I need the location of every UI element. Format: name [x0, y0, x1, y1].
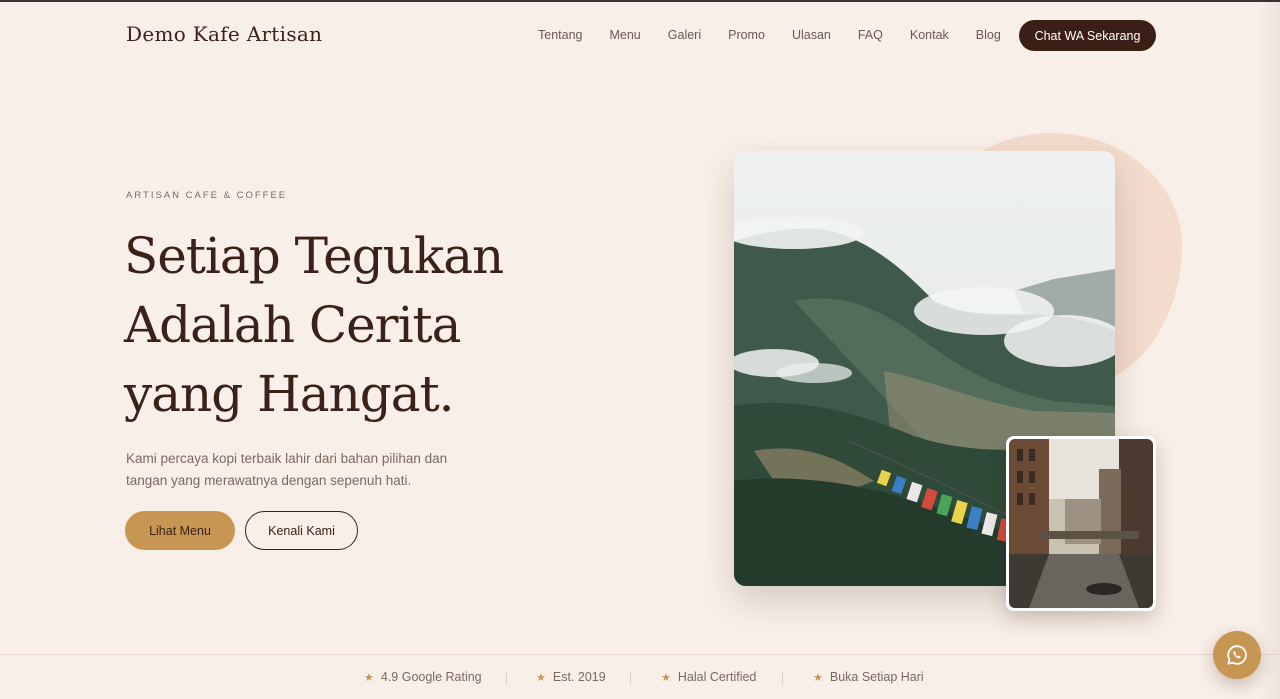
chat-wa-button[interactable]: Chat WA Sekarang	[1019, 20, 1156, 51]
feature-label: Buka Setiap Hari	[829, 670, 924, 684]
nav-link-tentang[interactable]: Tentang	[538, 28, 582, 42]
whatsapp-float-button[interactable]	[1213, 631, 1261, 679]
nav-link-blog[interactable]: Blog	[976, 28, 1001, 42]
feature-established: ★ Est. 2019	[536, 670, 606, 684]
feature-label: 4.9 Google Rating	[380, 670, 482, 684]
nav-link-promo[interactable]: Promo	[728, 28, 765, 42]
star-icon: ★	[813, 671, 823, 684]
feature-open-daily: ★ Buka Setiap Hari	[813, 670, 924, 684]
headline-line-3: yang Hangat.	[124, 365, 455, 423]
star-icon: ★	[661, 671, 671, 684]
scrollbar-shadow	[1258, 0, 1280, 699]
main-nav: Tentang Menu Galeri Promo Ulasan FAQ Kon…	[538, 28, 1001, 42]
headline-line-2: Adalah Cerita	[124, 296, 461, 354]
feature-separator	[506, 671, 507, 685]
feature-label: Halal Certified	[677, 670, 757, 684]
feature-label: Est. 2019	[552, 670, 606, 684]
features-divider	[0, 654, 1280, 655]
feature-separator	[782, 671, 783, 685]
top-border	[0, 0, 1280, 2]
hero-headline: Setiap Tegukan Adalah Cerita yang Hangat…	[124, 222, 564, 429]
nav-link-menu[interactable]: Menu	[609, 28, 640, 42]
kenali-kami-button[interactable]: Kenali Kami	[245, 511, 358, 550]
headline-line-1: Setiap Tegukan	[124, 227, 504, 285]
nav-link-galeri[interactable]: Galeri	[668, 28, 701, 42]
hero-description: Kami percaya kopi terbaik lahir dari bah…	[126, 451, 448, 488]
nav-link-ulasan[interactable]: Ulasan	[792, 28, 831, 42]
feature-halal: ★ Halal Certified	[661, 670, 756, 684]
brand-logo[interactable]: Demo Kafe Artisan	[126, 22, 322, 46]
feature-google-rating: ★ 4.9 Google Rating	[364, 670, 482, 684]
feature-separator	[630, 671, 631, 685]
hero-eyebrow: ARTISAN CAFE & COFFEE	[126, 190, 288, 201]
lihat-menu-button[interactable]: Lihat Menu	[125, 511, 235, 550]
nav-link-faq[interactable]: FAQ	[858, 28, 883, 42]
star-icon: ★	[536, 671, 546, 684]
features-strip: ★ 4.9 Google Rating ★ Est. 2019 ★ Halal …	[0, 670, 1280, 686]
nav-link-kontak[interactable]: Kontak	[910, 28, 949, 42]
whatsapp-icon	[1227, 645, 1247, 665]
star-icon: ★	[364, 671, 374, 684]
city-canal-photo	[1006, 436, 1156, 611]
